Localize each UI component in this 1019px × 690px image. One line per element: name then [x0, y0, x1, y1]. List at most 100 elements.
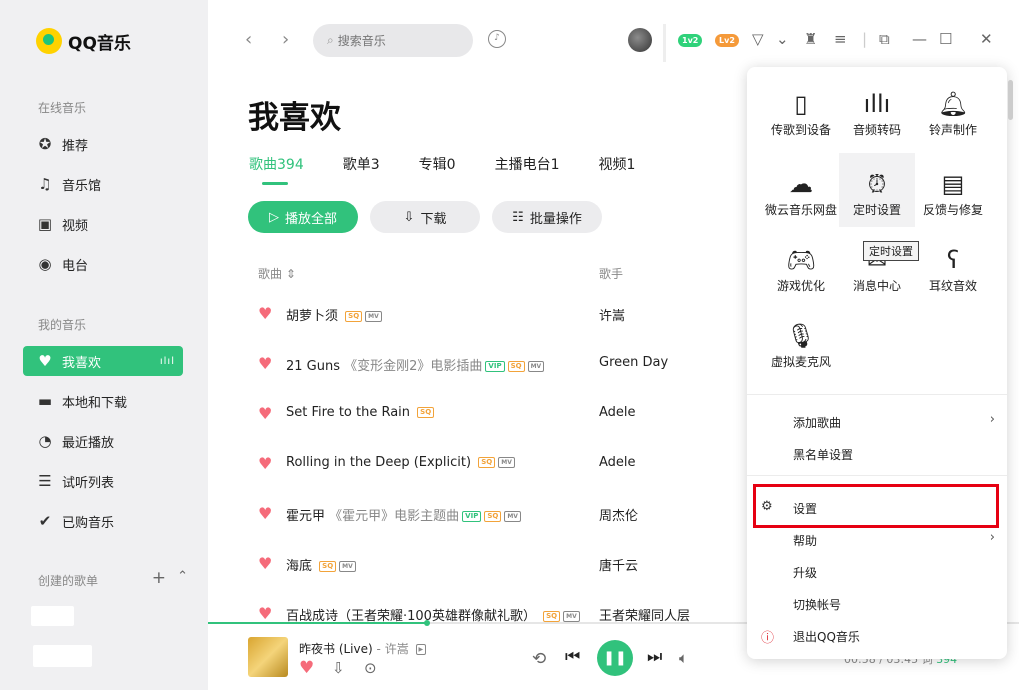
back-arrow-icon[interactable]: ‹: [245, 29, 252, 50]
play-all-button[interactable]: ▷ 播放全部: [248, 201, 358, 233]
maximize-icon[interactable]: ☐: [939, 30, 952, 48]
add-playlist-icon[interactable]: +: [152, 568, 166, 588]
download-icon[interactable]: ⇩: [332, 659, 345, 677]
forward-arrow-icon[interactable]: ›: [282, 29, 289, 50]
sidebar-item-favorites[interactable]: ♥ 我喜欢 ılıl: [23, 346, 183, 376]
song-title[interactable]: 海底: [286, 559, 312, 574]
sidebar-item-local-download[interactable]: ▬ 本地和下载: [23, 386, 183, 416]
song-artist[interactable]: Green Day: [599, 355, 668, 370]
tab-videos[interactable]: 视频1: [599, 154, 636, 174]
tab-radio[interactable]: 主播电台1: [495, 154, 560, 174]
song-artist[interactable]: Adele: [599, 405, 636, 420]
song-title[interactable]: 霍元甲: [286, 509, 325, 524]
progress-handle[interactable]: [423, 620, 430, 626]
skin-shirt-icon[interactable]: ♜: [804, 30, 817, 48]
mv-icon[interactable]: ▶: [415, 644, 427, 655]
vip-badge[interactable]: 1v2: [678, 34, 703, 47]
now-playing-artist[interactable]: 许嵩: [385, 642, 409, 656]
menu-blacklist[interactable]: 黑名单设置: [793, 446, 853, 463]
like-heart-icon[interactable]: ♥: [299, 658, 314, 678]
app-logo[interactable]: QQ音乐: [36, 28, 131, 54]
close-icon[interactable]: ✕: [980, 30, 993, 48]
collapse-chevron-icon[interactable]: ⌃: [177, 569, 188, 584]
level-badge[interactable]: Lv2: [715, 34, 739, 47]
sidebar-item-radio[interactable]: ◉ 电台: [23, 249, 183, 279]
table-row[interactable]: ♥ 21 Guns 《变形金刚2》电影插曲 VIP SQ MV Green Day: [248, 354, 788, 404]
tab-songs[interactable]: 歌曲394: [249, 154, 304, 185]
mini-mode-icon[interactable]: ⧉: [879, 30, 890, 48]
heart-icon[interactable]: ♥: [258, 554, 272, 573]
table-row[interactable]: ♥ Set Fire to the Rain SQ Adele: [248, 404, 788, 454]
song-title[interactable]: 21 Guns: [286, 359, 340, 374]
menu-help[interactable]: 帮助: [793, 532, 817, 549]
scrollbar-thumb[interactable]: [1008, 80, 1013, 120]
search-input[interactable]: [337, 33, 448, 48]
heart-icon[interactable]: ♥: [258, 404, 272, 423]
heart-icon[interactable]: ♥: [258, 354, 272, 373]
monitor-icon: ▬: [37, 392, 53, 410]
loop-mode-icon[interactable]: ⟲: [532, 649, 546, 669]
song-title[interactable]: Rolling in the Deep (Explicit): [286, 455, 471, 470]
now-playing-title[interactable]: 昨夜书 (Live): [299, 642, 373, 656]
chevron-down-icon[interactable]: ⌄: [776, 30, 789, 48]
menu-ringtone-maker[interactable]: 🔔︎ 铃声制作: [915, 73, 991, 147]
previous-track-icon[interactable]: ⏮: [565, 647, 580, 667]
menu-switch-account[interactable]: 切换帐号: [793, 596, 841, 613]
avatar[interactable]: [628, 28, 652, 52]
song-artist[interactable]: Adele: [599, 455, 636, 470]
song-title[interactable]: Set Fire to the Rain: [286, 405, 410, 420]
more-icon[interactable]: ⊙: [364, 659, 377, 677]
table-row[interactable]: ♥ Rolling in the Deep (Explicit) SQ MV Adel…: [248, 454, 788, 504]
voice-search-icon[interactable]: ♪: [488, 30, 506, 48]
volume-icon[interactable]: 🔈︎: [679, 649, 688, 667]
song-title[interactable]: 胡萝卜须: [286, 309, 338, 324]
batch-operation-button[interactable]: ☷ 批量操作: [492, 201, 602, 233]
album-cover[interactable]: [248, 637, 288, 677]
menu-weiyun-drive[interactable]: ☁ 微云音乐网盘: [763, 153, 839, 227]
playlist-item-redacted[interactable]: [33, 645, 92, 667]
sidebar-item-recent[interactable]: ◔ 最近播放: [23, 426, 183, 456]
menu-game-optimize[interactable]: 🎮︎ 游戏优化: [763, 229, 839, 303]
menu-timer-setting[interactable]: ⏰︎ 定时设置: [839, 153, 915, 227]
table-row[interactable]: ♥ 胡萝卜须 SQ MV 许嵩: [248, 304, 788, 354]
column-header-song[interactable]: 歌曲 ⇕: [258, 265, 296, 282]
sidebar-item-purchased[interactable]: ✔ 已购音乐: [23, 506, 183, 536]
tab-albums[interactable]: 专辑0: [419, 154, 456, 174]
tab-playlists[interactable]: 歌单3: [343, 154, 380, 174]
sidebar-item-recommend[interactable]: ✪ 推荐: [23, 129, 183, 159]
mv-tag[interactable]: MV: [498, 457, 515, 468]
mv-tag[interactable]: MV: [527, 361, 545, 372]
pause-button[interactable]: ❚❚: [597, 640, 633, 676]
heart-icon[interactable]: ♥: [258, 304, 272, 323]
sidebar-item-video[interactable]: ▣ 视频: [23, 209, 183, 239]
table-row[interactable]: ♥ 霍元甲 《霍元甲》电影主题曲 VIP SQ MV 周杰伦: [248, 504, 788, 554]
next-track-icon[interactable]: ⏭: [647, 647, 662, 667]
download-button[interactable]: ⇩ 下载: [370, 201, 480, 233]
playlist-item-redacted[interactable]: [31, 606, 74, 626]
menu-earprint-audio[interactable]: ʕ 耳纹音效: [915, 229, 991, 303]
menu-feedback-repair[interactable]: ▤ 反馈与修复: [915, 153, 991, 227]
search-box[interactable]: ⌕: [313, 24, 473, 57]
heart-icon[interactable]: ♥: [258, 504, 272, 523]
table-row[interactable]: ♥ 海底 SQ MV 唐千云: [248, 554, 788, 604]
heart-icon[interactable]: ♥: [258, 604, 272, 623]
menu-virtual-microphone[interactable]: 🎙︎ 虚拟麦克风: [763, 305, 839, 379]
song-artist[interactable]: 周杰伦: [599, 505, 638, 524]
main-menu-icon[interactable]: ≡: [834, 30, 847, 48]
sidebar-item-trial-list[interactable]: ☰ 试听列表: [23, 466, 183, 496]
mv-tag[interactable]: MV: [339, 561, 356, 572]
mv-tag[interactable]: MV: [504, 511, 521, 522]
song-artist[interactable]: 许嵩: [599, 305, 625, 324]
heart-icon[interactable]: ♥: [258, 454, 272, 473]
menu-audio-transcode[interactable]: ıllı 音频转码: [839, 73, 915, 147]
song-artist[interactable]: 唐千云: [599, 555, 638, 574]
mv-tag[interactable]: MV: [365, 311, 382, 322]
menu-upgrade[interactable]: 升级: [793, 564, 817, 581]
sidebar-item-music-hall[interactable]: ♫ 音乐馆: [23, 169, 183, 199]
mv-tag[interactable]: MV: [563, 611, 580, 622]
vip-v-icon[interactable]: ▽: [752, 30, 764, 48]
minimize-icon[interactable]: —: [912, 30, 927, 48]
menu-transfer-to-device[interactable]: ▯ 传歌到设备: [763, 73, 839, 147]
menu-exit[interactable]: 退出QQ音乐: [793, 628, 860, 645]
menu-add-songs[interactable]: 添加歌曲: [793, 414, 993, 431]
